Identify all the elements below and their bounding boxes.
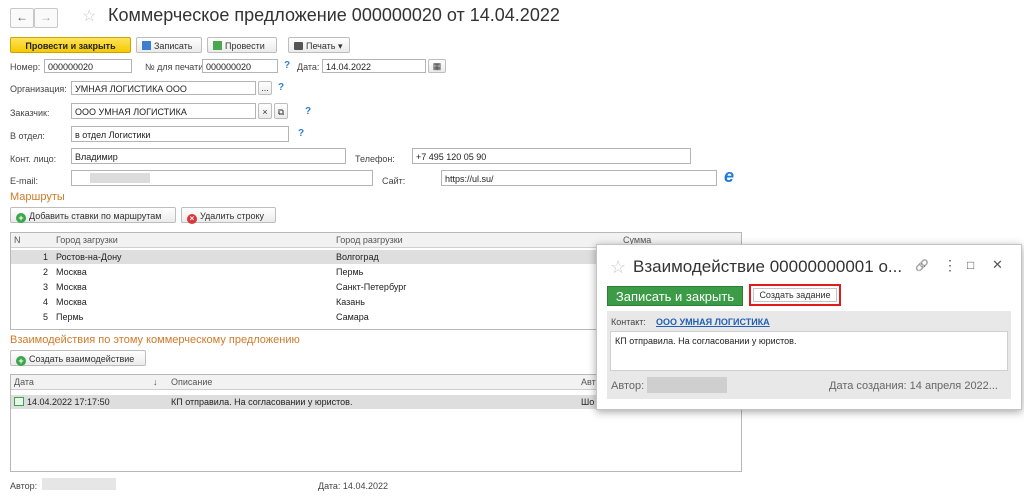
org-select-button[interactable]: ... [258, 81, 272, 95]
popup-body: Контакт: ООО УМНАЯ ЛОГИСТИКА КП отправил… [607, 311, 1011, 399]
site-label: Сайт: [382, 176, 406, 186]
row-number: 5 [43, 312, 49, 322]
popup-contact-label: Контакт: [611, 317, 646, 327]
back-button[interactable]: ← [10, 8, 34, 28]
add-icon: + [16, 356, 26, 366]
popup-text-area[interactable]: КП отправила. На согласовании у юристов. [610, 331, 1008, 371]
create-interaction-button[interactable]: + Создать взаимодействие [10, 350, 146, 366]
create-task-highlight: Создать задание [749, 284, 841, 306]
loading-city: Пермь [56, 312, 84, 322]
interaction-popup[interactable]: ☆ Взаимодействие 00000000001 о... 🔗 ⋮ □ … [596, 244, 1022, 410]
email-redacted [90, 173, 150, 183]
favorite-star-icon[interactable]: ☆ [610, 257, 626, 278]
row-number: 1 [43, 252, 49, 262]
popup-author-label: Автор: [611, 380, 645, 392]
print-menu-button[interactable]: Печать ▾ [288, 37, 350, 53]
browser-icon[interactable]: e [724, 167, 740, 185]
add-routes-button[interactable]: + Добавить ставки по маршрутам [10, 207, 176, 223]
close-icon[interactable]: ✕ [992, 257, 1003, 273]
popup-contact-link[interactable]: ООО УМНАЯ ЛОГИСТИКА [656, 317, 770, 327]
forward-button[interactable]: → [34, 8, 58, 28]
unloading-city: Казань [336, 297, 365, 307]
favorite-star-icon[interactable]: ☆ [82, 6, 96, 26]
add-icon: + [16, 213, 26, 223]
more-menu-icon[interactable]: ⋮ [943, 257, 957, 274]
popup-title: Взаимодействие 00000000001 о... [633, 257, 903, 276]
maximize-icon[interactable]: □ [967, 258, 974, 272]
column-header[interactable]: Описание [171, 377, 212, 387]
column-header[interactable]: Город загрузки [56, 235, 118, 245]
number-label: Номер: [10, 62, 41, 72]
help-icon[interactable]: ? [305, 106, 311, 117]
org-label: Организация: [10, 84, 67, 94]
help-icon[interactable]: ? [284, 60, 290, 71]
org-field[interactable]: УМНАЯ ЛОГИСТИКА ООО [71, 81, 256, 95]
interaction-author: Шо [581, 397, 595, 407]
loading-city: Ростов-на-Дону [56, 252, 122, 262]
loading-city: Москва [56, 267, 87, 277]
contact-field[interactable]: Владимир [71, 148, 346, 164]
site-field[interactable]: https://ul.su/ [441, 170, 717, 186]
save-button[interactable]: Записать [136, 37, 202, 53]
printer-icon [294, 42, 303, 50]
delete-icon: × [187, 214, 197, 224]
popup-author-redacted [647, 377, 727, 393]
phone-field[interactable]: +7 495 120 05 90 [412, 148, 691, 164]
create-task-button[interactable]: Создать задание [753, 288, 837, 302]
popup-created-date: Дата создания: 14 апреля 2022... [829, 380, 998, 392]
save-and-close-button[interactable]: Записать и закрыть [607, 286, 743, 306]
customer-label: Заказчик: [10, 108, 50, 118]
interaction-description: КП отправила. На согласовании у юристов. [171, 397, 353, 407]
floppy-icon [142, 41, 151, 50]
clear-icon[interactable]: × [258, 103, 272, 119]
interaction-doc-icon [14, 397, 24, 406]
interactions-section-title: Взаимодействия по этому коммерческому пр… [10, 334, 300, 346]
print-number-label: № для печати: [145, 62, 206, 72]
unloading-city: Пермь [336, 267, 364, 277]
contact-label: Конт. лицо: [10, 154, 57, 164]
link-icon[interactable]: 🔗 [915, 259, 929, 272]
customer-field[interactable]: ООО УМНАЯ ЛОГИСТИКА [71, 103, 256, 119]
phone-label: Телефон: [355, 154, 395, 164]
calendar-icon[interactable]: ▦ [428, 59, 446, 73]
open-link-icon[interactable]: ⧉ [274, 103, 288, 119]
sort-down-icon[interactable]: ↓ [153, 377, 158, 387]
routes-section-title: Маршруты [10, 191, 65, 203]
post-and-close-button[interactable]: Провести и закрыть [10, 37, 131, 53]
row-number: 3 [43, 282, 49, 292]
date-label: Дата: [297, 62, 320, 72]
popup-text: КП отправила. На согласовании у юристов. [615, 336, 797, 346]
footer-author-redacted [42, 478, 116, 490]
loading-city: Москва [56, 282, 87, 292]
page-title: Коммерческое предложение 000000020 от 14… [108, 5, 560, 25]
number-field[interactable]: 000000020 [44, 59, 132, 73]
unloading-city: Самара [336, 312, 369, 322]
column-header[interactable]: Дата [14, 377, 34, 387]
unloading-city: Волгоград [336, 252, 379, 262]
column-header[interactable]: N [14, 235, 21, 245]
print-number-field[interactable]: 000000020 [202, 59, 278, 73]
row-number: 4 [43, 297, 49, 307]
dept-field[interactable]: в отдел Логистики [71, 126, 289, 142]
row-number: 2 [43, 267, 49, 277]
loading-city: Москва [56, 297, 87, 307]
email-label: E-mail: [10, 176, 39, 186]
help-icon[interactable]: ? [298, 128, 304, 139]
delete-row-button[interactable]: × Удалить строку [181, 207, 276, 224]
column-header[interactable]: Авт [581, 377, 596, 387]
help-icon[interactable]: ? [278, 82, 284, 93]
column-header[interactable]: Город разгрузки [336, 235, 403, 245]
footer-author-label: Автор: [10, 481, 38, 491]
date-field[interactable]: 14.04.2022 [322, 59, 426, 73]
unloading-city: Санкт-Петербург [336, 282, 407, 292]
interaction-date: 14.04.2022 17:17:50 [27, 397, 110, 407]
dept-label: В отдел: [10, 131, 45, 141]
post-document-icon [213, 41, 222, 50]
post-button[interactable]: Провести [207, 37, 277, 53]
footer-date: Дата: 14.04.2022 [318, 481, 388, 491]
